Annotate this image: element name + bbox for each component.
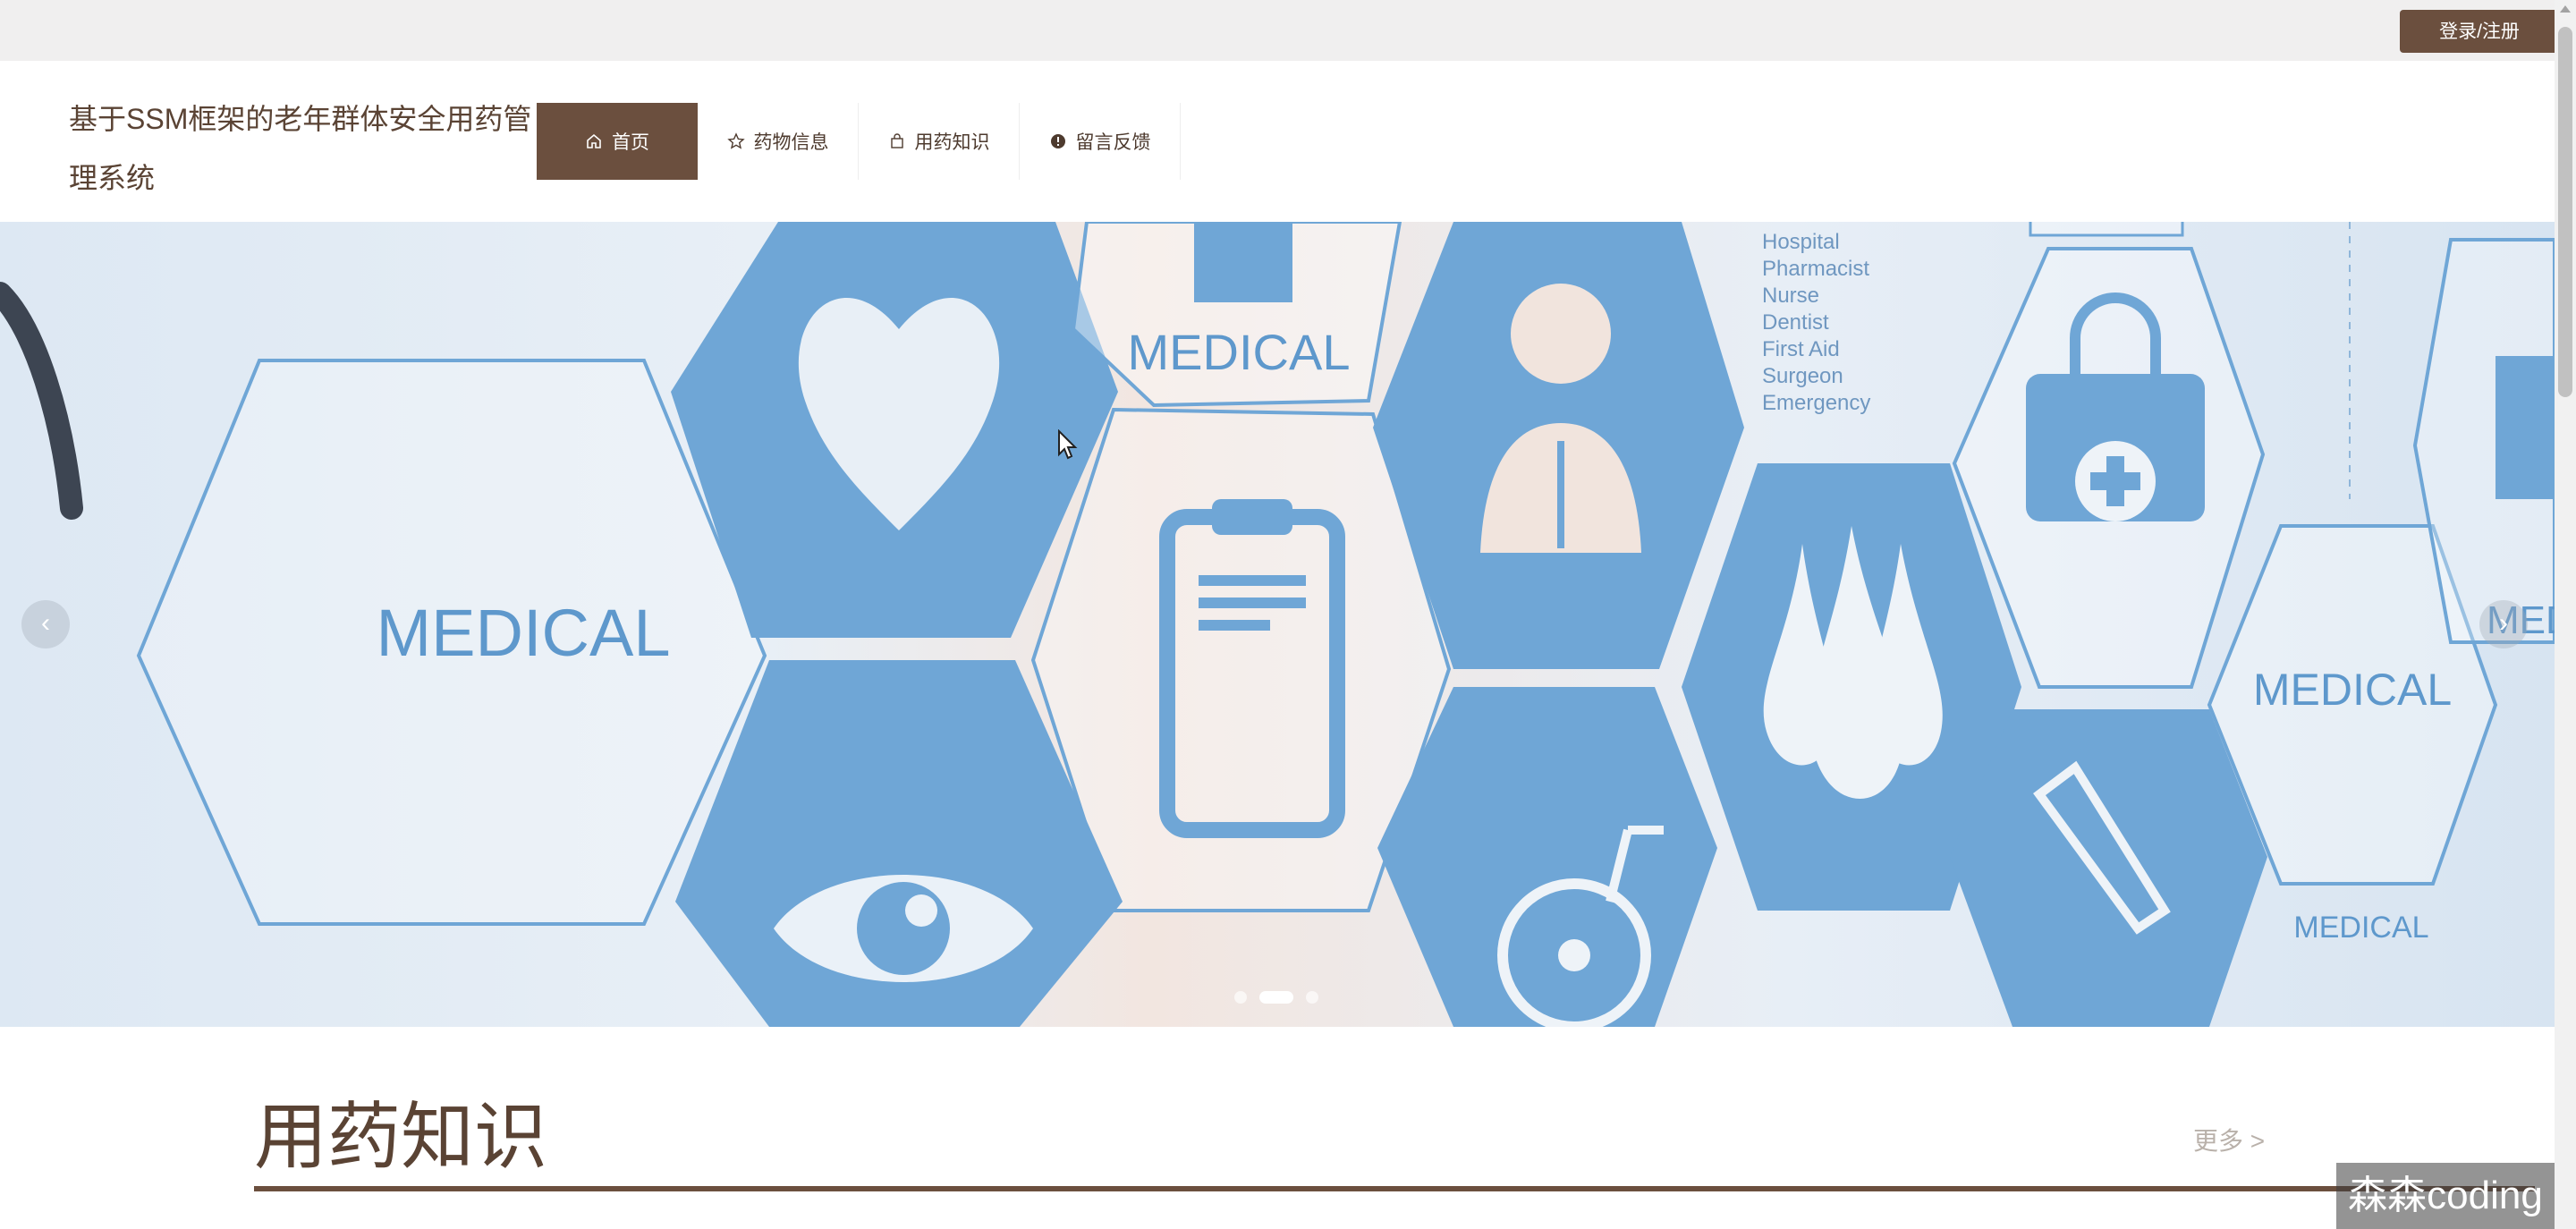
nav-item-feedback[interactable]: 留言反馈 bbox=[1020, 103, 1181, 180]
medical-label: MEDICAL bbox=[2293, 911, 2428, 945]
list-hospital: Hospital bbox=[1762, 230, 1840, 254]
section-title: 用药知识 bbox=[254, 1097, 548, 1178]
watermark: 森森coding bbox=[2336, 1163, 2555, 1229]
carousel-dot-1[interactable] bbox=[1234, 991, 1247, 1004]
list-dentist: Dentist bbox=[1762, 310, 1829, 335]
main-nav: 首页 药物信息 用药知识 留言反馈 bbox=[537, 103, 1181, 180]
page-scrollbar[interactable] bbox=[2555, 0, 2576, 1229]
profession-list: Hospital Pharmacist Nurse Dentist First … bbox=[1762, 230, 1870, 415]
mouse-cursor-icon bbox=[1058, 429, 1078, 460]
nav-item-label: 留言反馈 bbox=[1075, 132, 1151, 153]
medical-label: MEDICAL bbox=[1128, 324, 1351, 380]
person-tie bbox=[1557, 441, 1564, 548]
login-register-button[interactable]: 登录/注册 bbox=[2400, 10, 2559, 53]
site-title: 基于SSM框架的老年群体安全用药管理系统 bbox=[69, 103, 532, 194]
clipboard-line bbox=[1199, 620, 1270, 631]
eye-glint bbox=[905, 894, 937, 927]
list-nurse: Nurse bbox=[1762, 284, 1819, 308]
scroll-up-arrow-icon[interactable] bbox=[2560, 5, 2571, 13]
list-pharmacist: Pharmacist bbox=[1762, 257, 1869, 281]
medical-label: MEDICAL bbox=[2253, 665, 2452, 715]
list-surgeon: Surgeon bbox=[1762, 364, 1843, 388]
nav-item-label: 首页 bbox=[612, 132, 649, 153]
nav-item-medication-knowledge[interactable]: 用药知识 bbox=[859, 103, 1020, 180]
medical-label: MEDICAL bbox=[377, 596, 671, 670]
wheelchair-hub bbox=[1558, 939, 1590, 971]
clipboard-line bbox=[1199, 575, 1306, 586]
nav-item-drug-info[interactable]: 药物信息 bbox=[698, 103, 859, 180]
banner-carousel: MEDICAL MEDICAL Hospital Pharmacist Nurs… bbox=[0, 222, 2555, 1027]
bag-icon bbox=[890, 133, 903, 148]
nav-item-home[interactable]: 首页 bbox=[537, 103, 698, 180]
banner-image: MEDICAL MEDICAL Hospital Pharmacist Nurs… bbox=[0, 222, 2555, 1027]
nav-item-label: 药物信息 bbox=[753, 132, 829, 153]
list-emergency: Emergency bbox=[1762, 391, 1870, 415]
eye-pupil bbox=[857, 882, 950, 975]
more-link[interactable]: 更多 > bbox=[2193, 1122, 2265, 1157]
carousel-dot-3[interactable] bbox=[1306, 991, 1318, 1004]
syringe-hexagon bbox=[1950, 709, 2267, 1027]
clipboard-line bbox=[1199, 598, 1306, 608]
nav-item-label: 用药知识 bbox=[914, 132, 990, 153]
home-icon bbox=[587, 133, 601, 148]
stethoscope-icon bbox=[0, 282, 83, 520]
carousel-prev-button[interactable]: ‹ bbox=[21, 600, 70, 648]
person-head bbox=[1511, 284, 1611, 384]
medical-cross-icon bbox=[2496, 356, 2555, 499]
clipboard-clip bbox=[1212, 499, 1292, 535]
hexagon-outline bbox=[2029, 222, 2184, 237]
scroll-thumb[interactable] bbox=[2558, 27, 2572, 397]
carousel-next-button[interactable]: › bbox=[2479, 600, 2528, 648]
section-divider bbox=[254, 1186, 2535, 1191]
header: 基于SSM框架的老年群体安全用药管理系统 首页 药物信息 用药知识 留言反馈 bbox=[0, 61, 2555, 222]
star-icon bbox=[726, 132, 745, 149]
list-first-aid: First Aid bbox=[1762, 337, 1840, 361]
medical-cross-icon bbox=[1194, 222, 1292, 302]
info-icon bbox=[1050, 134, 1065, 148]
top-bar: 登录/注册 bbox=[0, 0, 2559, 61]
carousel-dot-2[interactable] bbox=[1259, 991, 1293, 1004]
wheelchair-hexagon bbox=[1377, 687, 1717, 1027]
